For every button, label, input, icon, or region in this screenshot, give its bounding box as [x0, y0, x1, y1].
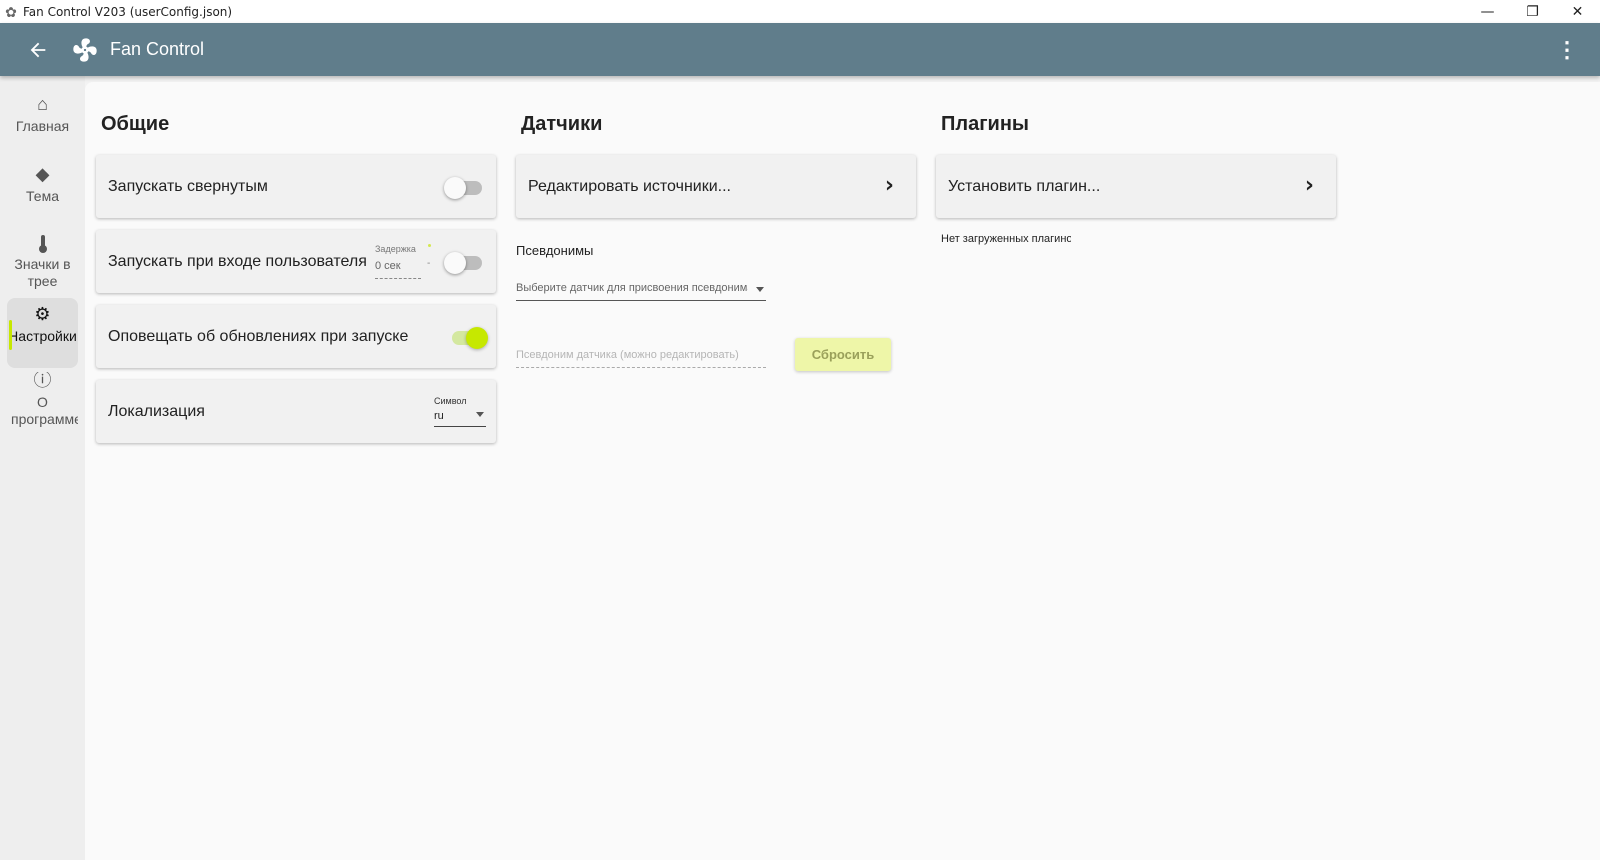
notify-updates-toggle[interactable]	[448, 325, 488, 349]
chevron-right-icon: ›	[1304, 173, 1314, 198]
settings-content: Общие Запускать свернутым Запускать при …	[85, 82, 1600, 860]
reset-alias-button[interactable]: Сбросить	[795, 338, 891, 371]
delay-value: 0 сек	[375, 260, 401, 272]
localization-value: ru	[434, 410, 444, 422]
start-on-login-label: Запускать при входе пользователя	[108, 252, 367, 270]
localization-label: Локализация	[108, 402, 205, 420]
chevron-right-icon: ›	[884, 173, 894, 198]
start-minimized-toggle[interactable]	[444, 175, 482, 199]
no-plugins-note: Нет загруженных плагинов	[941, 233, 1071, 245]
app-bar: Fan Control ⋮	[0, 23, 1600, 76]
minimize-button[interactable]: —	[1465, 0, 1510, 23]
restore-button[interactable]: ❐	[1510, 0, 1555, 23]
more-vertical-icon[interactable]: ⋮	[1552, 35, 1582, 65]
localization-select[interactable]: Символ ru	[434, 396, 486, 428]
install-plugin-card[interactable]: Установить плагин... ›	[936, 155, 1336, 218]
chevron-down-icon	[756, 287, 764, 292]
info-icon: ⓘ	[33, 372, 52, 390]
chevron-down-icon	[476, 412, 484, 417]
plugins-section-title: Плагины	[941, 113, 1029, 135]
sidebar: ⌂ Главная ◆ Тема Значки в трее ⚙ Настрой…	[0, 76, 85, 860]
sidebar-item-tray-icons[interactable]: Значки в трее	[7, 234, 78, 294]
sidebar-item-label: Тема	[26, 188, 59, 204]
sensor-alias-field[interactable]	[516, 345, 766, 369]
localization-select-label: Символ	[434, 396, 467, 406]
notify-updates-label: Оповещать об обновлениях при запуске	[108, 327, 409, 345]
aliases-heading: Псевдонимы	[516, 243, 594, 258]
start-minimized-card: Запускать свернутым	[96, 155, 496, 218]
sidebar-item-label: О программе	[11, 394, 78, 427]
sidebar-item-theme[interactable]: ◆ Тема	[7, 164, 78, 210]
sensor-select-placeholder: Выберите датчик для присвоения псевдоним…	[516, 282, 748, 294]
edit-sources-label: Редактировать источники...	[528, 177, 731, 195]
window-controls: — ❐ ✕	[1465, 0, 1600, 23]
active-indicator	[9, 320, 12, 350]
close-button[interactable]: ✕	[1555, 0, 1600, 23]
fan-icon: ✿	[5, 3, 17, 20]
back-button[interactable]	[20, 32, 56, 68]
sidebar-item-label: Настройки	[8, 328, 77, 344]
localization-card: Локализация Символ ru	[96, 380, 496, 443]
sensors-section-title: Датчики	[521, 113, 603, 135]
arrow-left-icon	[30, 42, 46, 57]
delay-label: Задержка	[375, 244, 416, 254]
home-icon: ⌂	[37, 94, 48, 114]
start-minimized-label: Запускать свернутым	[108, 177, 268, 195]
window-titlebar: ✿ Fan Control V203 (userConfig.json) — ❐…	[0, 0, 1600, 23]
install-plugin-label: Установить плагин...	[948, 177, 1101, 195]
fan-logo-icon	[70, 35, 100, 65]
start-on-login-toggle[interactable]	[444, 250, 482, 274]
thermometer-icon	[11, 234, 74, 254]
notify-updates-card: Оповещать об обновлениях при запуске	[96, 305, 496, 368]
paint-bucket-icon: ◆	[35, 164, 50, 184]
sensor-alias-input[interactable]	[516, 345, 766, 365]
gear-icon: ⚙	[34, 304, 51, 324]
login-delay-field[interactable]: Задержка 0 сек -	[375, 244, 433, 284]
start-on-login-card: Запускать при входе пользователя Задержк…	[96, 230, 496, 293]
window-title: Fan Control V203 (userConfig.json)	[23, 4, 233, 19]
general-section-title: Общие	[101, 113, 170, 135]
sidebar-item-about[interactable]: ⓘ О программе	[7, 372, 78, 442]
edit-sources-card[interactable]: Редактировать источники... ›	[516, 155, 916, 218]
sidebar-item-home[interactable]: ⌂ Главная	[7, 94, 78, 140]
sidebar-item-settings[interactable]: ⚙ Настройки	[7, 298, 78, 368]
sensor-alias-select[interactable]: Выберите датчик для присвоения псевдоним…	[516, 280, 766, 302]
sidebar-item-label: Значки в трее	[14, 256, 71, 289]
sidebar-item-label: Главная	[15, 118, 70, 134]
app-title: Fan Control	[110, 39, 205, 59]
